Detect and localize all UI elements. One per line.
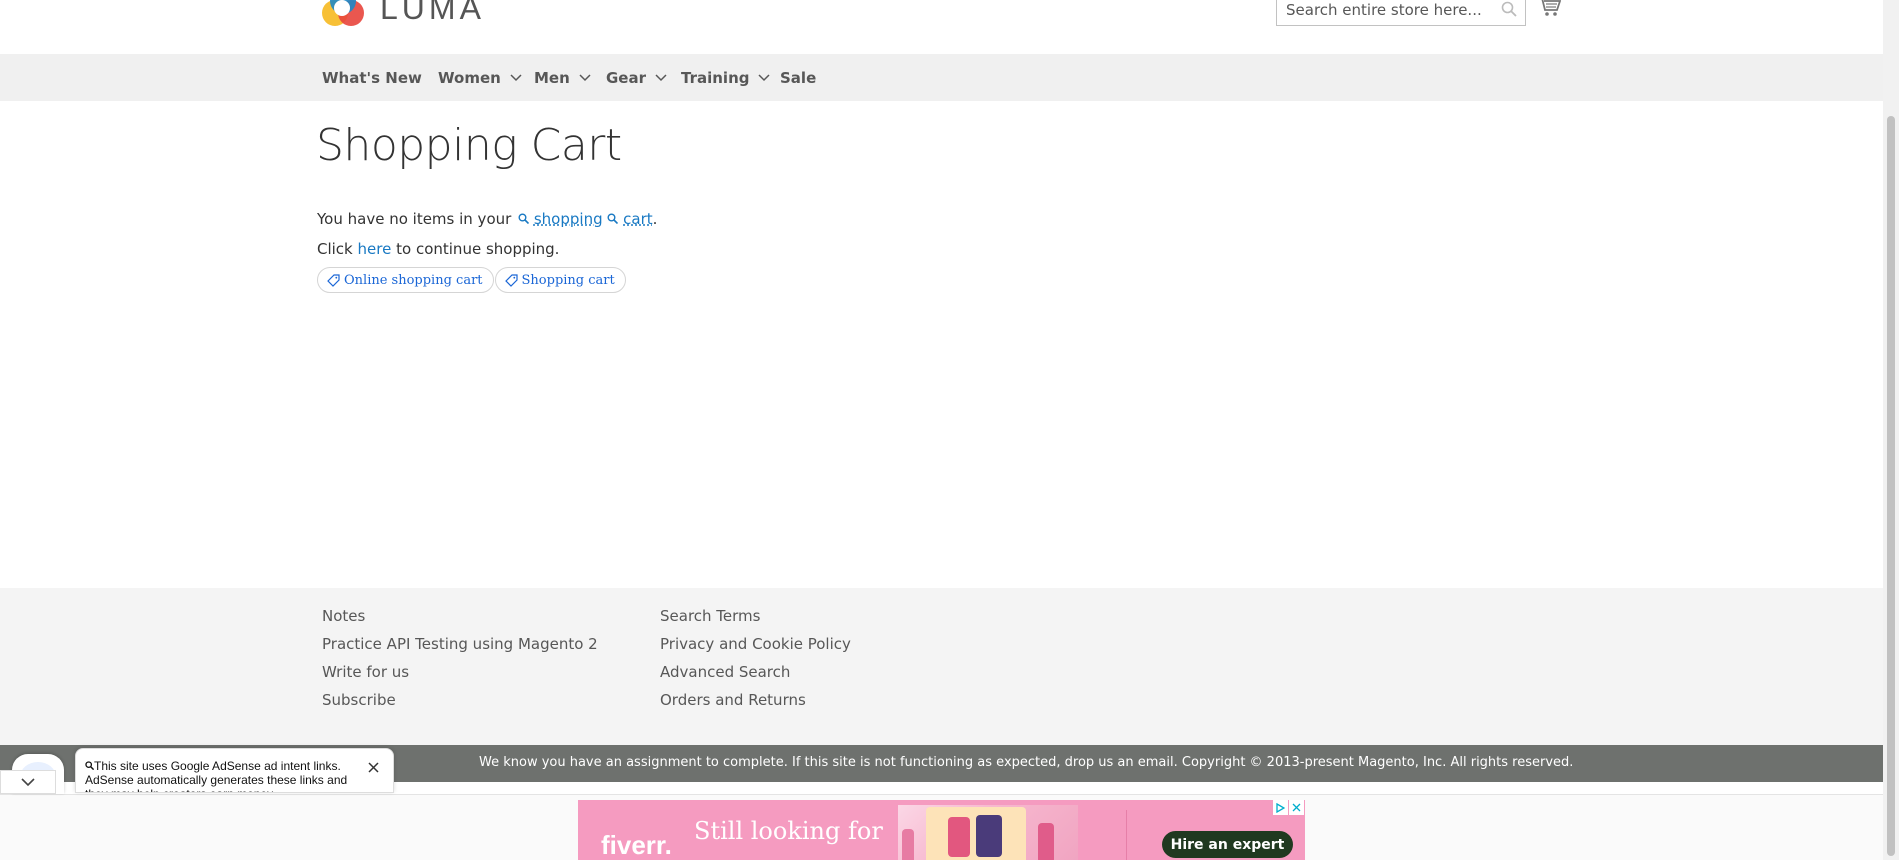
search-icon <box>607 213 619 225</box>
footer-link-subscribe[interactable]: Subscribe <box>322 691 396 709</box>
nav-item-label: Sale <box>780 68 817 87</box>
nav-item-women[interactable]: Women <box>438 54 522 101</box>
nav-item-whats-new[interactable]: What's New <box>322 54 422 101</box>
nav-item-gear[interactable]: Gear <box>606 54 667 101</box>
chevron-down-icon <box>510 73 522 81</box>
cart-keyword-link[interactable]: cart <box>623 210 653 228</box>
search-box[interactable] <box>1276 0 1526 26</box>
copyright-text: We know you have an assignment to comple… <box>479 755 1574 770</box>
ad-headline: Still looking for <box>694 817 883 845</box>
tag-label: Shopping cart <box>521 272 615 288</box>
footer-link-notes[interactable]: Notes <box>322 607 365 625</box>
chevron-down-icon <box>21 777 35 786</box>
hire-expert-button[interactable]: Hire an expert <box>1162 831 1293 858</box>
chevron-down-icon <box>758 73 771 81</box>
nav-item-training[interactable]: Training <box>681 54 771 101</box>
empty-cart-text: You have no items in your <box>317 210 512 228</box>
search-icon <box>85 761 95 771</box>
fiverr-ad-banner[interactable]: fiverr. Still looking for Hire an expert <box>578 800 1305 860</box>
close-icon[interactable] <box>368 758 379 777</box>
collapse-button[interactable] <box>0 770 56 794</box>
vertical-scrollbar[interactable] <box>1883 0 1899 860</box>
continue-shopping-link[interactable]: here <box>358 240 392 258</box>
adsense-popup-message: This site uses Google AdSense ad intent … <box>85 759 348 792</box>
footer-link-advanced-search[interactable]: Advanced Search <box>660 663 790 681</box>
nav-item-label: Men <box>534 68 570 87</box>
nav-item-label: Women <box>438 68 501 87</box>
tag-label: Online shopping cart <box>344 272 483 288</box>
nav-item-men[interactable]: Men <box>534 54 591 101</box>
page-footer: Notes Practice API Testing using Magento… <box>0 588 1883 745</box>
ad-close-icon[interactable] <box>1289 800 1304 815</box>
main-navigation: What's New Women Men Gear Training Sale <box>0 54 1883 101</box>
footer-link-api-testing[interactable]: Practice API Testing using Magento 2 <box>322 635 598 653</box>
ad-illustration <box>898 805 1078 860</box>
sentence-period: . <box>652 210 658 228</box>
footer-link-orders-returns[interactable]: Orders and Returns <box>660 691 806 709</box>
luma-logo[interactable]: LUMA <box>322 0 485 30</box>
empty-cart-message: You have no items in your shopping cart. <box>317 210 657 228</box>
footer-link-search-terms[interactable]: Search Terms <box>660 607 760 625</box>
chevron-down-icon <box>655 73 667 81</box>
search-icon <box>518 213 530 225</box>
search-icon[interactable] <box>1501 1 1517 21</box>
continue-suffix: to continue shopping. <box>396 240 560 258</box>
ad-choices-icon[interactable] <box>1273 800 1288 815</box>
chevron-down-icon <box>579 73 591 81</box>
nav-item-sale[interactable]: Sale <box>780 54 816 101</box>
logo-text: LUMA <box>380 0 485 26</box>
footer-link-privacy[interactable]: Privacy and Cookie Policy <box>660 635 851 653</box>
shopping-keyword-link[interactable]: shopping <box>534 210 603 228</box>
footer-link-write-for-us[interactable]: Write for us <box>322 663 409 681</box>
ad-brand-logo: fiverr. <box>601 830 672 860</box>
ad-divider <box>1126 810 1127 860</box>
scrollbar-thumb[interactable] <box>1887 116 1895 856</box>
luma-logo-icon <box>322 0 366 30</box>
continue-shopping-message: Click here to continue shopping. <box>317 240 559 258</box>
continue-prefix: Click <box>317 240 353 258</box>
nav-item-label: Gear <box>606 68 647 87</box>
nav-item-label: What's New <box>322 68 422 87</box>
related-tags: Online shopping cart Shopping cart <box>317 267 626 293</box>
page-title: Shopping Cart <box>316 120 622 171</box>
page-header: LUMA <box>0 0 1883 54</box>
cart-icon[interactable] <box>1537 0 1562 22</box>
nav-item-label: Training <box>681 68 750 87</box>
adsense-intent-popup: This site uses Google AdSense ad intent … <box>75 748 394 793</box>
tag-online-shopping-cart[interactable]: Online shopping cart <box>317 267 494 293</box>
tag-icon <box>504 273 518 287</box>
tag-icon <box>327 273 340 287</box>
search-input[interactable] <box>1277 0 1487 25</box>
adsense-popup-text: This site uses Google AdSense ad intent … <box>85 759 355 792</box>
tag-shopping-cart[interactable]: Shopping cart <box>494 267 626 293</box>
